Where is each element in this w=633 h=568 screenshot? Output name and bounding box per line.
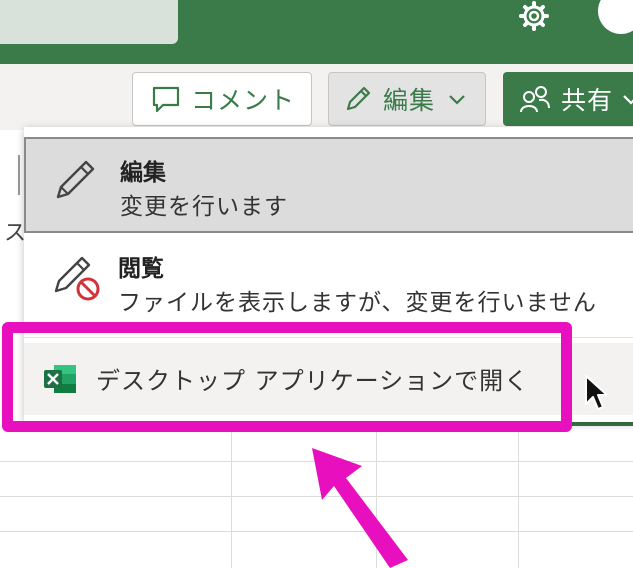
people-icon [520,86,550,113]
pencil-prohibited-icon [54,256,100,301]
chevron-down-icon [449,95,465,105]
menu-item-view[interactable]: 閲覧 ファイルを表示しますが、変更を行いません [24,235,633,331]
menu-item-description: ファイルを表示しますが、変更を行いません [118,290,597,316]
mouse-cursor-icon [585,375,608,410]
ribbon-text-fragment: ス [4,221,27,246]
menu-item-title: 閲覧 [118,256,164,282]
share-label: 共有 [561,86,614,115]
edit-mode-label: 編集 [383,86,436,115]
pencil-icon [56,160,95,199]
app-header [0,0,633,64]
chevron-down-icon [623,95,633,105]
highlight-frame [2,322,572,432]
pencil-icon [346,86,371,111]
comment-button[interactable]: コメント [132,72,312,126]
avatar[interactable] [598,0,633,34]
comment-icon [152,86,180,113]
share-button[interactable]: 共有 [503,72,633,126]
edit-mode-button[interactable]: 編集 [328,72,486,126]
menu-item-description: 変更を行います [120,194,288,220]
menu-item-edit[interactable]: 編集 変更を行います [24,137,633,233]
pointer-arrow-icon [312,448,408,568]
search-box[interactable] [0,0,178,44]
comment-label: コメント [191,86,296,115]
menu-item-title: 編集 [120,160,166,186]
gear-icon[interactable] [516,0,552,36]
